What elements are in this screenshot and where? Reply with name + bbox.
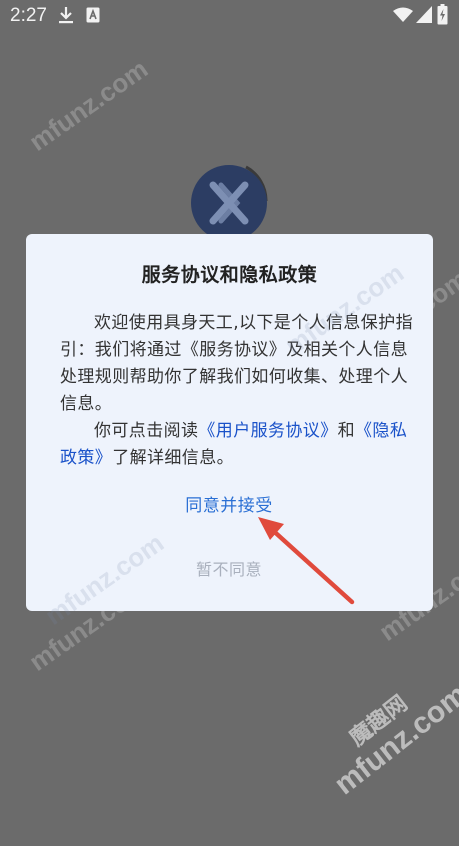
- signal-icon: [416, 6, 432, 27]
- user-agreement-link[interactable]: 《用户服务协议》: [198, 421, 337, 441]
- brand-watermark: 魔趣网 mfunz.com: [304, 664, 459, 846]
- battery-charging-icon: [437, 4, 448, 29]
- wifi-icon: [393, 7, 413, 27]
- a-letter-icon: [86, 7, 100, 27]
- watermark: mfunz.com: [23, 53, 154, 157]
- links-suffix: 了解详细信息。: [112, 448, 235, 468]
- download-icon: [58, 6, 74, 30]
- privacy-dialog: 服务协议和隐私政策 欢迎使用具身天工,以下是个人信息保护指引：我们将通过《服务协…: [26, 234, 433, 631]
- app-logo: [191, 165, 267, 241]
- status-time: 2:27: [10, 5, 47, 26]
- intro-paragraph: 欢迎使用具身天工,以下是个人信息保护指引：我们将通过《服务协议》及相关个人信息处…: [60, 313, 414, 414]
- status-bar: 2:27: [0, 0, 459, 32]
- links-paragraph: 你可点击阅读《用户服务协议》和《隐私政策》了解详细信息。: [60, 418, 418, 472]
- dialog-body: 欢迎使用具身天工,以下是个人信息保护指引：我们将通过《服务协议》及相关个人信息处…: [60, 310, 418, 472]
- links-prefix: 你可点击阅读: [94, 421, 199, 441]
- annotation-arrow-icon: [258, 517, 355, 605]
- links-and: 和: [337, 421, 356, 441]
